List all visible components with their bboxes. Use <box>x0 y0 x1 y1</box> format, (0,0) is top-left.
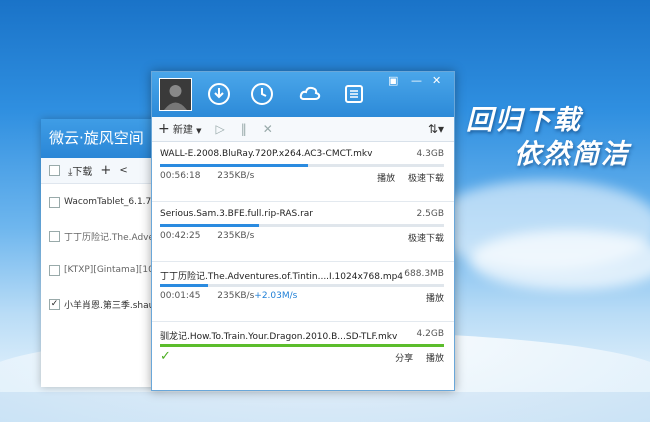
progress-fill <box>160 164 308 167</box>
speed: 235KB/s <box>217 291 255 301</box>
item-actions: 播放 <box>416 291 444 304</box>
file-name: [KTXP][Gintama][1080P <box>64 265 161 275</box>
download-meta: 00:56:18 235KB/s <box>160 171 254 181</box>
file-size: 4.3GB <box>416 149 444 159</box>
play-button[interactable]: 播放 <box>426 294 444 304</box>
weiyun-window: 微云·旋风空间 ⤓下载 + < WacomTablet_6.1.7-3.zip … <box>41 119 161 387</box>
skin-icon[interactable]: ▣ <box>388 74 398 87</box>
play-button[interactable]: 播放 <box>426 354 444 364</box>
time-remaining: 00:42:25 <box>160 231 201 241</box>
progress-fill <box>160 344 444 347</box>
weiyun-title: 微云·旋风空间 <box>41 119 161 158</box>
download-item[interactable]: 驯龙记.How.To.Train.Your.Dragon.2010.B...SD… <box>152 322 454 381</box>
pause-icon[interactable]: ‖ <box>241 122 247 136</box>
row-checkbox[interactable] <box>49 196 60 208</box>
download-item[interactable]: Serious.Sam.3.BFE.full.rip-RAS.rar 2.5GB… <box>152 202 454 262</box>
weiyun-add-button[interactable]: + <box>100 163 111 178</box>
cloud-sync-icon[interactable] <box>298 82 322 106</box>
share-icon[interactable]: < <box>119 165 127 176</box>
turbo-download-button[interactable]: 极速下载 <box>408 234 444 244</box>
download-item[interactable]: 丁丁历险记.The.Adventures.of.Tintin....I.1024… <box>152 262 454 322</box>
plus-icon: + <box>158 121 170 137</box>
file-name: WacomTablet_6.1.7-3.zip <box>64 197 161 207</box>
row-checkbox[interactable] <box>49 230 60 242</box>
complete-check-icon: ✓ <box>160 349 171 364</box>
progress-bar <box>160 284 444 287</box>
progress-fill <box>160 284 209 287</box>
row-checkbox[interactable] <box>49 264 60 276</box>
item-actions: 播放 极速下载 <box>367 171 444 184</box>
history-clock-icon[interactable] <box>250 82 274 106</box>
new-task-button[interactable]: + 新建 ▼ <box>158 121 202 137</box>
progress-bar <box>160 224 444 227</box>
progress-bar <box>160 344 444 347</box>
start-icon[interactable]: ▷ <box>216 122 225 136</box>
list-item[interactable]: 丁丁历险记.The.Adventur <box>41 219 161 253</box>
toolbox-icon[interactable] <box>342 82 366 106</box>
weiyun-download-button[interactable]: ⤓下载 <box>68 163 92 178</box>
file-name: Serious.Sam.3.BFE.full.rip-RAS.rar <box>160 209 313 219</box>
close-icon[interactable]: ✕ <box>432 74 441 87</box>
chevron-down-icon[interactable]: ▼ <box>196 127 201 135</box>
progress-fill <box>160 224 260 227</box>
play-button[interactable]: 播放 <box>377 174 395 184</box>
download-meta: 00:01:45 235KB/s+2.03M/s <box>160 291 297 301</box>
download-meta: 00:42:25 235KB/s <box>160 231 254 241</box>
xuanfeng-window: ▣ — ✕ + 新建 ▼ ▷ ‖ ✕ ⇅▾ WALL-E.2008.BluRay… <box>151 71 455 391</box>
file-name: WALL-E.2008.BluRay.720P.x264.AC3-CMCT.mk… <box>160 149 373 159</box>
avatar[interactable] <box>159 78 192 111</box>
list-item[interactable]: WacomTablet_6.1.7-3.zip <box>41 185 161 219</box>
turbo-speed: +2.03M/s <box>254 291 298 301</box>
main-toolbar: + 新建 ▼ ▷ ‖ ✕ ⇅▾ <box>152 117 454 142</box>
time-remaining: 00:56:18 <box>160 171 201 181</box>
cloud-decor <box>470 230 650 290</box>
slogan-line2: 依然简洁 <box>514 139 630 170</box>
file-name: 驯龙记.How.To.Train.Your.Dragon.2010.B...SD… <box>160 332 398 342</box>
speed: 235KB/s <box>217 171 255 181</box>
window-header: ▣ — ✕ <box>152 72 454 117</box>
file-name: 丁丁历险记.The.Adventures.of.Tintin....I.1024… <box>160 272 404 282</box>
file-size: 2.5GB <box>416 209 444 219</box>
file-name: 丁丁历险记.The.Adventur <box>64 232 161 243</box>
file-name: 小羊肖恩.第三季.shaun.th <box>64 300 161 311</box>
item-actions: 极速下载 <box>398 231 444 244</box>
time-remaining: 00:01:45 <box>160 291 201 301</box>
speed: 235KB/s <box>217 231 255 241</box>
sort-icon[interactable]: ⇅▾ <box>428 122 444 136</box>
file-size: 688.3MB <box>404 269 444 279</box>
share-button[interactable]: 分享 <box>395 354 413 364</box>
item-actions: 分享 播放 <box>385 351 444 364</box>
turbo-download-button[interactable]: 极速下载 <box>408 174 444 184</box>
weiyun-toolbar: ⤓下载 + < <box>41 158 161 184</box>
row-checkbox[interactable]: ✓ <box>49 298 60 310</box>
minimize-icon[interactable]: — <box>411 74 422 87</box>
file-size: 4.2GB <box>416 329 444 339</box>
delete-icon[interactable]: ✕ <box>263 122 273 136</box>
list-item[interactable]: [KTXP][Gintama][1080P <box>41 253 161 287</box>
select-all-checkbox[interactable] <box>49 165 60 176</box>
progress-bar <box>160 164 444 167</box>
download-item[interactable]: WALL-E.2008.BluRay.720P.x264.AC3-CMCT.mk… <box>152 142 454 202</box>
download-icon[interactable] <box>207 82 231 106</box>
list-item[interactable]: ✓ 小羊肖恩.第三季.shaun.th <box>41 287 161 321</box>
